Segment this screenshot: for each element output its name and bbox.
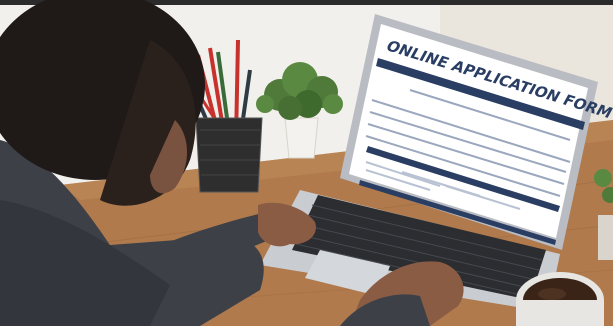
coffee-cup bbox=[516, 272, 604, 326]
mesh-cup bbox=[196, 118, 262, 192]
plant-pot bbox=[284, 117, 319, 159]
photo-scene: ONLINE APPLICATION FORM bbox=[0, 0, 613, 326]
